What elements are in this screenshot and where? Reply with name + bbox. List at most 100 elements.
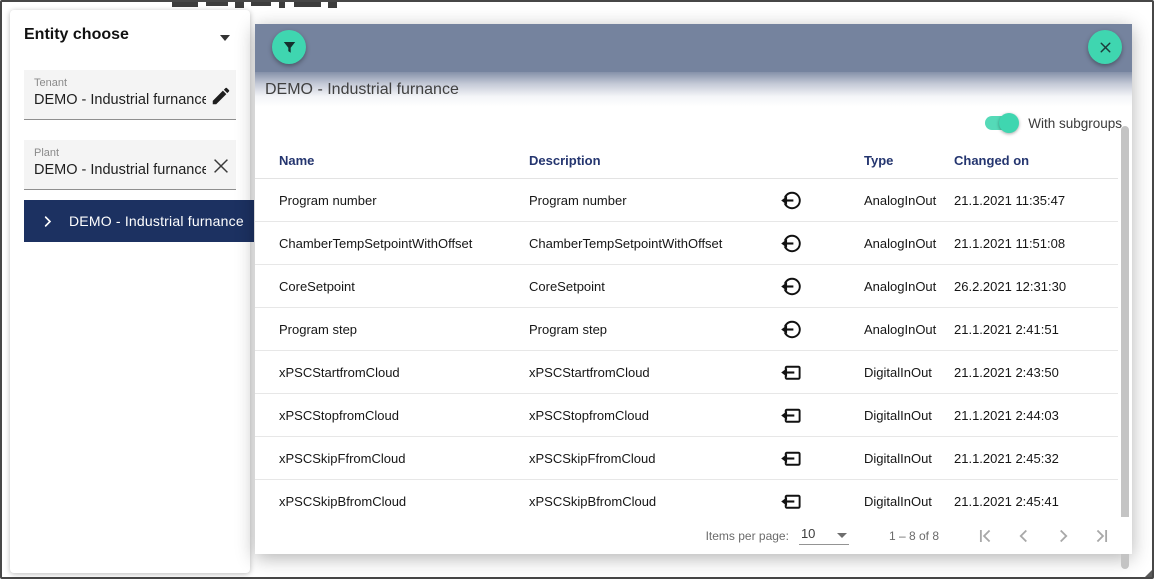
analog-inout-icon bbox=[779, 232, 802, 255]
previous-page-button[interactable] bbox=[1012, 524, 1036, 548]
digital-inout-icon bbox=[779, 361, 802, 384]
plant-field[interactable]: Plant DEMO - Industrial furnance bbox=[24, 140, 236, 190]
first-page-button[interactable] bbox=[973, 524, 997, 548]
cell-type: DigitalInOut bbox=[864, 365, 954, 380]
cell-changed-on: 21.1.2021 2:41:51 bbox=[954, 322, 1118, 337]
cell-description: xPSCSkipFfromCloud bbox=[529, 451, 779, 466]
items-per-page-select[interactable]: 10 bbox=[799, 526, 849, 545]
items-per-page-value: 10 bbox=[801, 526, 823, 541]
cell-changed-on: 21.1.2021 11:51:08 bbox=[954, 236, 1118, 251]
digital-inout-icon bbox=[779, 490, 802, 513]
table-row[interactable]: Program number Program number AnalogInOu… bbox=[255, 179, 1118, 222]
cell-name: xPSCSkipFfromCloud bbox=[279, 451, 529, 466]
column-header-description[interactable]: Description bbox=[529, 153, 779, 168]
entity-choose-header[interactable]: Entity choose bbox=[24, 26, 236, 50]
close-dialog-button[interactable] bbox=[1088, 30, 1122, 64]
entity-choose-title: Entity choose bbox=[24, 26, 129, 43]
dialog-title: DEMO - Industrial furnance bbox=[265, 81, 459, 99]
cell-changed-on: 21.1.2021 2:44:03 bbox=[954, 408, 1118, 423]
edit-pencil-icon[interactable] bbox=[210, 85, 232, 107]
filter-funnel-icon bbox=[280, 38, 299, 57]
cell-type: DigitalInOut bbox=[864, 451, 954, 466]
digital-inout-icon bbox=[779, 490, 864, 513]
chevron-left-icon bbox=[1013, 525, 1035, 547]
cell-name: xPSCStopfromCloud bbox=[279, 408, 529, 423]
analog-inout-icon bbox=[779, 275, 864, 298]
digital-inout-icon bbox=[779, 361, 864, 384]
cell-changed-on: 26.2.2021 12:31:30 bbox=[954, 279, 1118, 294]
column-header-type[interactable]: Type bbox=[864, 153, 954, 168]
cell-name: xPSCStartfromCloud bbox=[279, 365, 529, 380]
filter-button[interactable] bbox=[272, 30, 306, 64]
chevron-right-icon bbox=[1052, 525, 1074, 547]
chevron-down-icon bbox=[220, 35, 230, 41]
chevron-right-icon bbox=[40, 214, 55, 229]
cell-description: Program number bbox=[529, 193, 779, 208]
digital-inout-icon bbox=[779, 404, 864, 427]
paginator: Items per page: 10 1 – 8 of 8 bbox=[255, 517, 1132, 554]
column-header-name[interactable]: Name bbox=[279, 153, 529, 168]
cell-changed-on: 21.1.2021 11:35:47 bbox=[954, 193, 1118, 208]
tenant-field-label: Tenant bbox=[34, 77, 206, 89]
items-per-page-label: Items per page: bbox=[706, 529, 789, 543]
tree-item-label: DEMO - Industrial furnance bbox=[69, 213, 244, 229]
table-row[interactable]: xPSCStartfromCloud xPSCStartfromCloud Di… bbox=[255, 351, 1118, 394]
plant-field-label: Plant bbox=[34, 147, 206, 159]
cell-changed-on: 21.1.2021 2:45:32 bbox=[954, 451, 1118, 466]
analog-inout-icon bbox=[779, 318, 802, 341]
table-body: Program number Program number AnalogInOu… bbox=[255, 179, 1118, 517]
digital-inout-icon bbox=[779, 447, 864, 470]
analog-inout-icon bbox=[779, 189, 802, 212]
clear-x-icon[interactable] bbox=[210, 155, 232, 177]
last-page-icon bbox=[1091, 525, 1113, 547]
subgroups-toggle-row: With subgroups bbox=[985, 110, 1122, 136]
analog-inout-icon bbox=[779, 189, 864, 212]
cell-name: CoreSetpoint bbox=[279, 279, 529, 294]
table-row[interactable]: CoreSetpoint CoreSetpoint AnalogInOut 26… bbox=[255, 265, 1118, 308]
cell-name: Program step bbox=[279, 322, 529, 337]
cell-description: CoreSetpoint bbox=[529, 279, 779, 294]
digital-inout-icon bbox=[779, 447, 802, 470]
cell-name: xPSCSkipBfromCloud bbox=[279, 494, 529, 509]
table-row[interactable]: Program step Program step AnalogInOut 21… bbox=[255, 308, 1118, 351]
cell-type: DigitalInOut bbox=[864, 408, 954, 423]
window-resize-corner[interactable] bbox=[1145, 570, 1152, 577]
cell-type: AnalogInOut bbox=[864, 279, 954, 294]
analog-inout-icon bbox=[779, 275, 802, 298]
cell-changed-on: 21.1.2021 2:45:41 bbox=[954, 494, 1118, 509]
digital-inout-icon bbox=[779, 404, 802, 427]
cell-description: Program step bbox=[529, 322, 779, 337]
with-subgroups-label: With subgroups bbox=[1028, 116, 1122, 131]
page-range-label: 1 – 8 of 8 bbox=[889, 529, 939, 543]
cell-description: xPSCSkipBfromCloud bbox=[529, 494, 779, 509]
cell-changed-on: 21.1.2021 2:43:50 bbox=[954, 365, 1118, 380]
signals-dialog: DEMO - Industrial furnance With subgroup… bbox=[255, 24, 1132, 554]
column-header-changed-on[interactable]: Changed on bbox=[954, 153, 1118, 168]
analog-inout-icon bbox=[779, 232, 864, 255]
last-page-button[interactable] bbox=[1090, 524, 1114, 548]
cell-description: xPSCStopfromCloud bbox=[529, 408, 779, 423]
table-row[interactable]: xPSCStopfromCloud xPSCStopfromCloud Digi… bbox=[255, 394, 1118, 437]
sidebar-tree-item-demo-furnance[interactable]: DEMO - Industrial furnance bbox=[24, 200, 254, 242]
close-x-icon bbox=[1097, 39, 1114, 56]
with-subgroups-toggle[interactable] bbox=[985, 113, 1019, 133]
cell-type: AnalogInOut bbox=[864, 236, 954, 251]
pagination-controls bbox=[973, 524, 1114, 548]
dialog-title-strip: DEMO - Industrial furnance bbox=[255, 72, 1132, 107]
entity-sidebar: Entity choose Tenant DEMO - Industrial f… bbox=[10, 10, 250, 573]
table-row[interactable]: xPSCSkipBfromCloud xPSCSkipBfromCloud Di… bbox=[255, 480, 1118, 517]
cell-name: ChamberTempSetpointWithOffset bbox=[279, 236, 529, 251]
next-page-button[interactable] bbox=[1051, 524, 1075, 548]
first-page-icon bbox=[974, 525, 996, 547]
table-row[interactable]: ChamberTempSetpointWithOffset ChamberTem… bbox=[255, 222, 1118, 265]
chevron-down-icon bbox=[837, 533, 847, 538]
tenant-field-value: DEMO - Industrial furnance bbox=[34, 92, 206, 108]
cell-type: AnalogInOut bbox=[864, 322, 954, 337]
analog-inout-icon bbox=[779, 318, 864, 341]
table-header-row: Name Description Type Changed on bbox=[255, 142, 1118, 179]
table-row[interactable]: xPSCSkipFfromCloud xPSCSkipFfromCloud Di… bbox=[255, 437, 1118, 480]
vertical-scrollbar[interactable] bbox=[1121, 126, 1129, 569]
tenant-field[interactable]: Tenant DEMO - Industrial furnance bbox=[24, 70, 236, 120]
dialog-header-bar bbox=[255, 24, 1132, 72]
plant-field-value: DEMO - Industrial furnance bbox=[34, 162, 206, 178]
